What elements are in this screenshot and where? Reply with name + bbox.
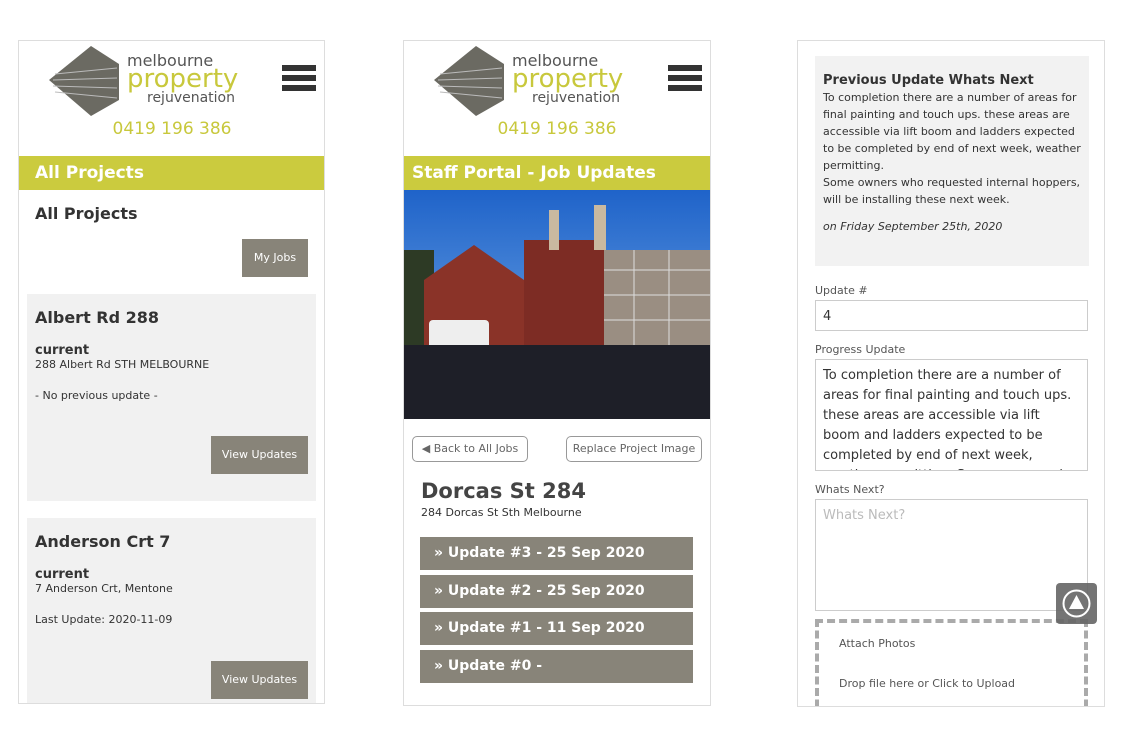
progress-update-label: Progress Update xyxy=(815,343,906,356)
phone-number[interactable]: 0419 196 386 xyxy=(404,119,710,139)
all-projects-panel: melbourne property rejuvenation 0419 196… xyxy=(18,40,325,704)
update-label: Update #1 - 11 Sep 2020 xyxy=(447,620,645,636)
update-label: Update #2 - 25 Sep 2020 xyxy=(447,583,645,599)
project-address: 7 Anderson Crt, Mentone xyxy=(35,582,173,595)
new-update-form-panel: Previous Update Whats Next To completion… xyxy=(797,40,1105,707)
last-update: Last Update: 2020-11-09 xyxy=(35,613,173,626)
view-updates-button[interactable]: View Updates xyxy=(211,661,308,699)
chevron-double-right-icon: » xyxy=(434,583,448,599)
project-status: current xyxy=(35,567,90,582)
update-item[interactable]: » Update #1 - 11 Sep 2020 xyxy=(420,612,693,645)
whats-next-label: Whats Next? xyxy=(815,483,885,496)
previous-update-box: Previous Update Whats Next To completion… xyxy=(815,56,1089,266)
update-item[interactable]: » Update #2 - 25 Sep 2020 xyxy=(420,575,693,608)
job-updates-panel: melbourne property rejuvenation 0419 196… xyxy=(403,40,711,706)
replace-project-image-button[interactable]: Replace Project Image xyxy=(566,436,702,462)
previous-update-text: Some owners who requested internal hoppe… xyxy=(823,176,1081,206)
hamburger-icon[interactable] xyxy=(282,65,316,95)
drop-file-label: Drop file here or Click to Upload xyxy=(839,677,1016,690)
back-to-all-jobs-button[interactable]: ◀ Back to All Jobs xyxy=(412,436,528,462)
whats-next-textarea[interactable]: Whats Next? xyxy=(815,499,1088,611)
header: melbourne property rejuvenation 0419 196… xyxy=(19,41,324,156)
attach-photos-label: Attach Photos xyxy=(839,637,916,650)
project-name: Anderson Crt 7 xyxy=(35,532,171,551)
update-item[interactable]: » Update #3 - 25 Sep 2020 xyxy=(420,537,693,570)
header: melbourne property rejuvenation 0419 196… xyxy=(404,41,710,156)
svg-text:rejuvenation: rejuvenation xyxy=(147,90,235,106)
logo: melbourne property rejuvenation xyxy=(49,46,238,116)
update-item[interactable]: » Update #0 - xyxy=(420,650,693,683)
update-number-label: Update # xyxy=(815,284,868,297)
update-label: Update #3 - 25 Sep 2020 xyxy=(447,545,645,561)
project-image xyxy=(404,190,710,419)
update-label: Update #0 - xyxy=(447,658,542,674)
arrow-left-circle-icon: ◀ xyxy=(421,442,434,455)
project-address: 288 Albert Rd STH MELBOURNE xyxy=(35,358,210,371)
project-address: 284 Dorcas St Sth Melbourne xyxy=(421,506,582,519)
logo: melbourne property rejuvenation xyxy=(434,46,623,116)
page-bar: Staff Portal - Job Updates xyxy=(404,156,710,190)
chevron-double-right-icon: » xyxy=(434,545,448,561)
update-number-input[interactable]: 4 xyxy=(815,300,1088,331)
page-title: All Projects xyxy=(35,204,138,223)
chevron-double-right-icon: » xyxy=(434,620,448,636)
last-update: - No previous update - xyxy=(35,389,158,402)
view-updates-button[interactable]: View Updates xyxy=(211,436,308,474)
previous-update-text: To completion there are a number of area… xyxy=(823,91,1081,172)
arrow-up-circle-icon xyxy=(1062,589,1091,618)
photo-dropzone[interactable]: Attach Photos Drop file here or Click to… xyxy=(815,619,1088,706)
project-card: Anderson Crt 7 current 7 Anderson Crt, M… xyxy=(27,518,316,703)
hamburger-icon[interactable] xyxy=(668,65,702,95)
project-status: current xyxy=(35,343,90,358)
phone-number[interactable]: 0419 196 386 xyxy=(19,119,324,139)
project-card: Albert Rd 288 current 288 Albert Rd STH … xyxy=(27,294,316,501)
scroll-to-top-button[interactable] xyxy=(1056,583,1097,624)
chevron-double-right-icon: » xyxy=(434,658,448,674)
previous-update-title: Previous Update Whats Next xyxy=(823,73,1034,88)
project-title: Dorcas St 284 xyxy=(421,479,586,503)
svg-text:rejuvenation: rejuvenation xyxy=(532,90,620,106)
previous-update-date: on Friday September 25th, 2020 xyxy=(823,220,1003,233)
back-label: Back to All Jobs xyxy=(433,442,519,455)
project-name: Albert Rd 288 xyxy=(35,308,160,327)
progress-update-textarea[interactable]: To completion there are a number of area… xyxy=(815,359,1088,471)
my-jobs-button[interactable]: My Jobs xyxy=(242,239,308,277)
page-bar: All Projects xyxy=(19,156,324,190)
